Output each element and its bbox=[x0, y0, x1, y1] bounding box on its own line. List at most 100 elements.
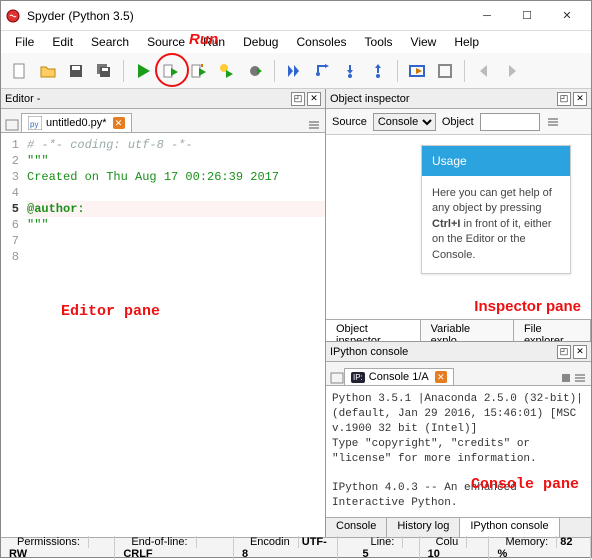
menu-file[interactable]: File bbox=[7, 33, 42, 51]
window-title: Spyder (Python 3.5) bbox=[27, 9, 467, 23]
tab-file-explorer[interactable]: File explorer bbox=[514, 320, 591, 341]
console-tab-label: Console 1/A bbox=[369, 371, 429, 383]
editor-pane: Editor - ◰ ✕ py untitled0.py* ✕ 12345678… bbox=[1, 89, 326, 537]
menu-help[interactable]: Help bbox=[446, 33, 487, 51]
tab-variable-explorer[interactable]: Variable explo... bbox=[421, 320, 514, 341]
object-label: Object bbox=[442, 116, 474, 128]
debug-continue-button[interactable] bbox=[281, 58, 307, 84]
maximize-pane-button[interactable] bbox=[404, 58, 430, 84]
status-line: Line: 5 bbox=[354, 536, 419, 560]
debug-button[interactable] bbox=[242, 58, 268, 84]
debug-step-out-button[interactable] bbox=[365, 58, 391, 84]
fullscreen-button[interactable] bbox=[432, 58, 458, 84]
status-eol: End-of-line: CRLF bbox=[115, 536, 234, 560]
ipython-badge-icon: IP: bbox=[351, 372, 365, 383]
toolbar-separator bbox=[274, 60, 275, 82]
run-selection-button[interactable] bbox=[214, 58, 240, 84]
status-encoding: Encodin UTF-8 bbox=[234, 536, 339, 560]
line-number-gutter: 12345678 bbox=[1, 133, 23, 537]
console-tab-row: IP: Console 1/A ✕ bbox=[326, 362, 591, 386]
app-icon bbox=[5, 8, 21, 24]
inspector-options-icon[interactable] bbox=[546, 115, 560, 129]
browse-tabs-icon[interactable] bbox=[5, 118, 19, 132]
editor-options-icon[interactable] bbox=[307, 118, 321, 132]
usage-card-title: Usage bbox=[422, 146, 570, 176]
menu-search[interactable]: Search bbox=[83, 33, 137, 51]
debug-step-button[interactable] bbox=[309, 58, 335, 84]
pane-undock-icon[interactable]: ◰ bbox=[291, 92, 305, 106]
editor-tab-row: py untitled0.py* ✕ bbox=[1, 109, 325, 133]
usage-card-body: Here you can get help of any object by p… bbox=[422, 176, 570, 273]
console-output[interactable]: Python 3.5.1 |Anaconda 2.5.0 (32-bit)| (… bbox=[326, 386, 591, 517]
annotation-console-pane: Console pane bbox=[471, 475, 579, 495]
pane-close-icon[interactable]: ✕ bbox=[573, 345, 587, 359]
toolbar-separator bbox=[123, 60, 124, 82]
run-cell-button[interactable] bbox=[158, 58, 184, 84]
close-button[interactable]: ✕ bbox=[547, 3, 587, 29]
tab-ipython-console[interactable]: IPython console bbox=[460, 518, 559, 537]
pane-close-icon[interactable]: ✕ bbox=[307, 92, 321, 106]
minimize-button[interactable]: ─ bbox=[467, 3, 507, 29]
open-file-button[interactable] bbox=[35, 58, 61, 84]
toolbar-separator bbox=[397, 60, 398, 82]
annotation-inspector-pane: Inspector pane bbox=[474, 298, 581, 315]
tab-console[interactable]: Console bbox=[326, 518, 387, 537]
inspector-controls: Source Console Object bbox=[326, 109, 591, 135]
status-bar: Permissions: RW End-of-line: CRLF Encodi… bbox=[1, 537, 591, 557]
back-button[interactable] bbox=[471, 58, 497, 84]
tab-history-log[interactable]: History log bbox=[387, 518, 460, 537]
pane-close-icon[interactable]: ✕ bbox=[573, 92, 587, 106]
menu-tools[interactable]: Tools bbox=[357, 33, 401, 51]
status-permissions: Permissions: RW bbox=[1, 536, 115, 560]
status-column: Colu 10 bbox=[420, 536, 490, 560]
console-pane-header: IPython console ◰ ✕ bbox=[326, 342, 591, 362]
svg-text:py: py bbox=[30, 120, 38, 129]
code-content[interactable]: # -*- coding: utf-8 -*-"""Created on Thu… bbox=[23, 133, 325, 537]
run-button[interactable] bbox=[130, 58, 156, 84]
inspector-tabs: Object inspector Variable explo... File … bbox=[326, 319, 591, 341]
menu-source[interactable]: Source bbox=[139, 33, 193, 51]
python-file-icon: py bbox=[28, 116, 42, 130]
code-editor[interactable]: 12345678 # -*- coding: utf-8 -*-"""Creat… bbox=[1, 133, 325, 537]
pane-undock-icon[interactable]: ◰ bbox=[557, 92, 571, 106]
window-titlebar: Spyder (Python 3.5) ─ ☐ ✕ bbox=[1, 1, 591, 31]
annotation-run-label: Run bbox=[189, 31, 218, 48]
editor-file-tab[interactable]: py untitled0.py* ✕ bbox=[21, 113, 132, 132]
save-all-button[interactable] bbox=[91, 58, 117, 84]
inspector-body: Usage Here you can get help of any objec… bbox=[326, 135, 591, 319]
source-label: Source bbox=[332, 116, 367, 128]
inspector-pane-header: Object inspector ◰ ✕ bbox=[326, 89, 591, 109]
new-file-button[interactable] bbox=[7, 58, 33, 84]
usage-text-pre: Here you can get help of any object by p… bbox=[432, 187, 552, 214]
menubar: File Edit Search Source Run Debug Consol… bbox=[1, 31, 591, 53]
status-memory: Memory: 82 % bbox=[489, 536, 591, 560]
menu-debug[interactable]: Debug bbox=[235, 33, 286, 51]
usage-card: Usage Here you can get help of any objec… bbox=[421, 145, 571, 274]
source-select[interactable]: Console bbox=[373, 113, 436, 131]
stop-kernel-icon[interactable] bbox=[559, 371, 573, 385]
ipython-console-pane: IPython console ◰ ✕ IP: Console 1/A ✕ Py… bbox=[326, 341, 591, 537]
close-tab-icon[interactable]: ✕ bbox=[113, 117, 125, 129]
object-input[interactable] bbox=[480, 113, 540, 131]
save-button[interactable] bbox=[63, 58, 89, 84]
usage-key: Ctrl+I bbox=[432, 218, 460, 230]
menu-view[interactable]: View bbox=[403, 33, 445, 51]
console-bottom-tabs: Console History log IPython console bbox=[326, 517, 591, 537]
editor-tab-filename: untitled0.py* bbox=[46, 117, 107, 129]
console-tab[interactable]: IP: Console 1/A ✕ bbox=[344, 368, 454, 385]
close-tab-icon[interactable]: ✕ bbox=[435, 371, 447, 383]
menu-consoles[interactable]: Consoles bbox=[288, 33, 354, 51]
maximize-button[interactable]: ☐ bbox=[507, 3, 547, 29]
debug-step-into-button[interactable] bbox=[337, 58, 363, 84]
forward-button[interactable] bbox=[499, 58, 525, 84]
inspector-pane-title: Object inspector bbox=[330, 93, 555, 105]
pane-undock-icon[interactable]: ◰ bbox=[557, 345, 571, 359]
tab-object-inspector[interactable]: Object inspector bbox=[326, 320, 421, 341]
menu-edit[interactable]: Edit bbox=[44, 33, 81, 51]
editor-pane-header: Editor - ◰ ✕ bbox=[1, 89, 325, 109]
console-options-icon[interactable] bbox=[573, 371, 587, 385]
main-toolbar: Run bbox=[1, 53, 591, 89]
annotation-editor-pane: Editor pane bbox=[61, 303, 160, 320]
browse-tabs-icon[interactable] bbox=[330, 371, 344, 385]
run-cell-advance-button[interactable] bbox=[186, 58, 212, 84]
